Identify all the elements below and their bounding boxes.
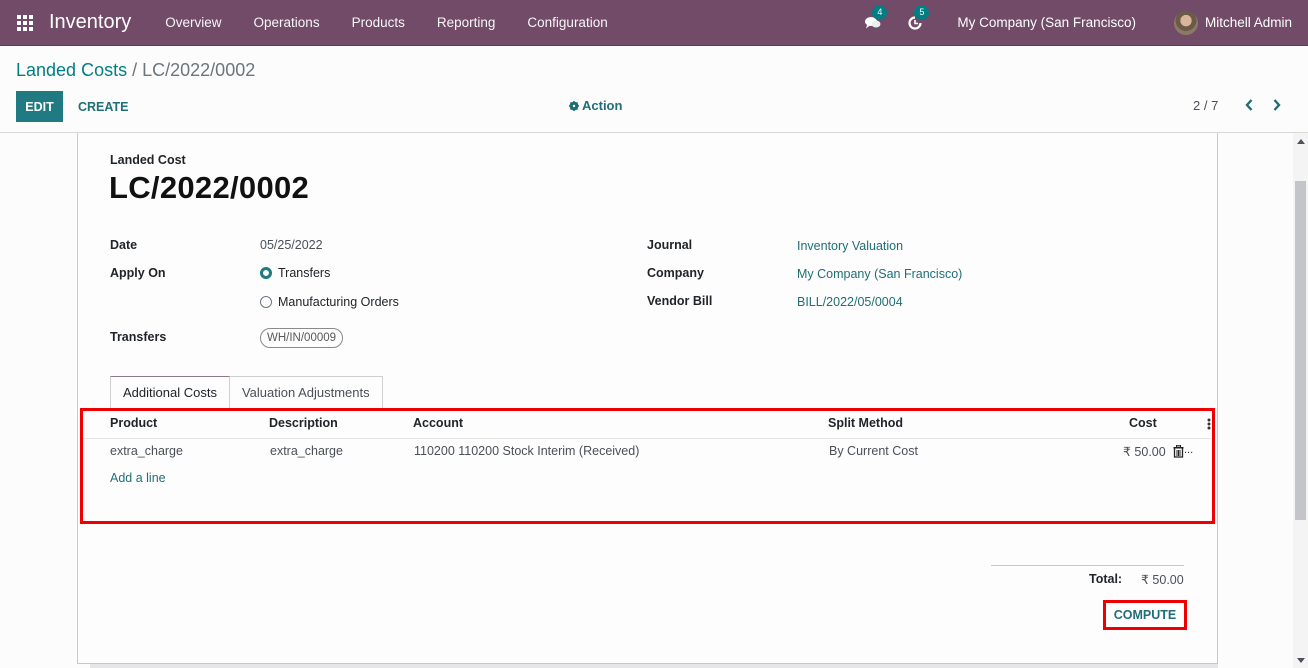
menu-configuration[interactable]: Configuration: [511, 15, 623, 30]
chevron-right-icon: [1273, 99, 1281, 111]
optional-columns-icon[interactable]: [1207, 418, 1211, 430]
add-line-link[interactable]: Add a line: [110, 471, 166, 485]
cell-description[interactable]: extra_charge: [270, 444, 343, 458]
apply-on-label: Apply On: [110, 266, 166, 280]
user-menu[interactable]: Mitchell Admin: [1205, 15, 1292, 30]
scroll-up-arrow-icon[interactable]: [1297, 139, 1305, 144]
pager-value[interactable]: 2 / 7: [1193, 98, 1218, 113]
create-button[interactable]: CREATE: [69, 91, 137, 122]
messages-count-badge: 4: [872, 4, 888, 20]
cost-lines-table: [80, 408, 1216, 524]
scroll-down-arrow-icon[interactable]: [1297, 658, 1305, 663]
cell-account[interactable]: 110200 110200 Stock Interim (Received): [414, 444, 639, 458]
radio-checked-icon: [260, 267, 272, 279]
radio-label: Manufacturing Orders: [278, 295, 399, 309]
company-label: Company: [647, 266, 704, 280]
menu-products[interactable]: Products: [336, 15, 421, 30]
column-header-split-method[interactable]: Split Method: [828, 416, 903, 430]
breadcrumb-separator: /: [132, 60, 138, 80]
cell-split-method[interactable]: By Current Cost: [829, 444, 918, 458]
record-type-label: Landed Cost: [110, 153, 186, 167]
transfer-tag[interactable]: WH/IN/00009: [260, 328, 344, 348]
total-value: ₹ 50.00: [1141, 573, 1184, 587]
row-overflow-indicator: ...: [1184, 444, 1194, 456]
pager-next-button[interactable]: [1270, 96, 1284, 114]
tab-valuation-adjustments[interactable]: Valuation Adjustments: [229, 376, 383, 408]
radio-unchecked-icon: [260, 296, 272, 308]
transfers-label: Transfers: [110, 330, 167, 344]
breadcrumb-current: LC/2022/0002: [142, 60, 256, 80]
journal-label: Journal: [647, 238, 693, 252]
menu-operations[interactable]: Operations: [238, 15, 336, 30]
cell-product[interactable]: extra_charge: [110, 444, 183, 458]
trash-icon[interactable]: [1173, 445, 1184, 458]
action-label: Action: [582, 98, 623, 113]
top-navbar: Inventory Overview Operations Products R…: [0, 0, 1308, 46]
messaging-button[interactable]: 4: [863, 4, 888, 33]
gear-icon: [569, 100, 579, 111]
control-panel: Landed Costs / LC/2022/0002 EDIT CREATE …: [0, 46, 1308, 133]
total-label: Total:: [1089, 572, 1123, 586]
radio-label: Transfers: [278, 266, 331, 280]
action-dropdown[interactable]: Action: [569, 98, 622, 113]
column-header-account[interactable]: Account: [413, 416, 463, 430]
user-avatar[interactable]: [1173, 10, 1198, 35]
cell-cost[interactable]: ₹ 50.00: [1123, 444, 1166, 459]
chevron-left-icon: [1245, 99, 1253, 111]
compute-button[interactable]: COMPUTE: [1103, 600, 1187, 630]
apps-menu-icon[interactable]: [17, 14, 33, 31]
breadcrumb-landed-costs[interactable]: Landed Costs: [16, 60, 127, 80]
column-header-product[interactable]: Product: [110, 416, 157, 430]
menu-overview[interactable]: Overview: [149, 15, 237, 30]
tab-additional-costs[interactable]: Additional Costs: [110, 376, 230, 408]
header-divider: [83, 438, 1211, 439]
column-header-description[interactable]: Description: [269, 416, 338, 430]
main-menu: Overview Operations Products Reporting C…: [149, 15, 623, 30]
date-label: Date: [110, 238, 138, 252]
journal-link[interactable]: Inventory Valuation: [797, 239, 903, 253]
company-link[interactable]: My Company (San Francisco): [797, 267, 962, 281]
vendor-bill-link[interactable]: BILL/2022/05/0004: [797, 295, 903, 309]
company-switcher[interactable]: My Company (San Francisco): [957, 15, 1136, 30]
edit-button[interactable]: EDIT: [16, 91, 63, 122]
apply-on-manufacturing-radio[interactable]: Manufacturing Orders: [260, 295, 399, 309]
notebook-tabs: Additional Costs Valuation Adjustments: [110, 376, 383, 408]
breadcrumb: Landed Costs / LC/2022/0002: [16, 60, 255, 81]
apply-on-transfers-radio[interactable]: Transfers: [260, 266, 330, 280]
systray: 4 5 My Company (San Francisco) Mitchell …: [863, 0, 1308, 46]
record-title: LC/2022/0002: [109, 170, 310, 205]
sheet-shadow: [90, 664, 1218, 668]
menu-reporting[interactable]: Reporting: [421, 15, 512, 30]
column-header-cost[interactable]: Cost: [1129, 416, 1157, 430]
app-name[interactable]: Inventory: [49, 11, 131, 34]
vendor-bill-label: Vendor Bill: [647, 294, 713, 308]
date-value: 05/25/2022: [260, 238, 323, 252]
activities-button[interactable]: 5: [905, 4, 930, 33]
scrollbar-thumb[interactable]: [1295, 181, 1306, 520]
pager-previous-button[interactable]: [1242, 96, 1256, 114]
total-divider: [991, 565, 1184, 566]
activities-count-badge: 5: [914, 4, 930, 20]
